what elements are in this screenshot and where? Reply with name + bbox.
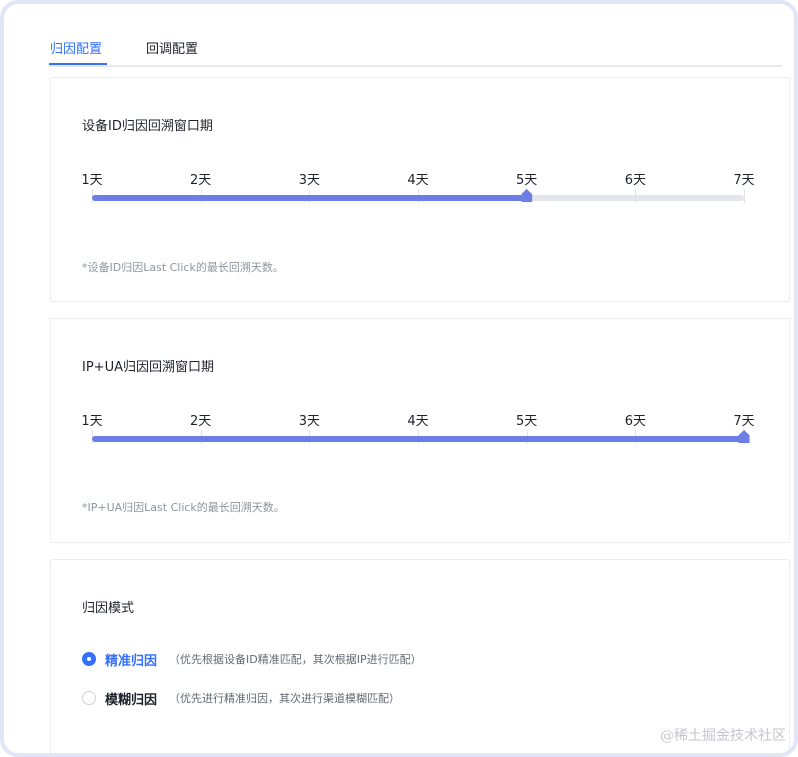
slider-tick-label[interactable]: 4天 [407,410,428,429]
ipua-window-card: IP+UA归因回溯窗口期 1天 2天 3天 4天 5天 6天 7天 *IP+UA归因Last… [50,318,790,543]
ipua-window-title: IP+UA归因回溯窗口期 [82,360,214,375]
slider-tick-label[interactable]: 5天 [516,410,537,429]
radio-option-desc: （优先根据设备ID精准匹配，其次根据IP进行匹配） [169,653,422,666]
slider-thumb[interactable] [738,430,750,443]
app-frame: 归因配置 回调配置 设备ID归因回溯窗口期 1天 2天 3天 4天 5天 6天 7天 *设备… [0,0,798,757]
slider-tick-label[interactable]: 6天 [625,169,646,188]
slider-tick-label[interactable]: 2天 [190,410,211,429]
slider-track [92,436,744,442]
slider-tick-label[interactable]: 6天 [625,410,646,429]
slider-tick-label[interactable]: 3天 [299,410,320,429]
radio-option-label: 模糊归因 [105,692,158,708]
slider-tick-mark [635,189,637,203]
tab-bar: 归因配置 回调配置 [49,34,782,67]
watermark-text: @稀土掘金技术社区 [660,728,786,744]
slider-tick-label[interactable]: 1天 [81,169,102,188]
radio-option-label: 精准归因 [105,653,158,669]
active-tab-indicator [49,63,107,65]
slider-tick-label[interactable]: 5天 [516,169,537,188]
slider-tick-label[interactable]: 2天 [190,169,211,188]
device-window-title: 设备ID归因回溯窗口期 [82,119,213,134]
radio-button-unchecked[interactable] [82,691,96,705]
slider-tick-mark [744,189,745,203]
slider-tick-label[interactable]: 7天 [733,410,754,429]
radio-option-desc: （优先进行精准归因，其次进行渠道模糊匹配） [169,692,401,705]
attribution-mode-title: 归因模式 [82,601,135,616]
ipua-window-slider[interactable] [92,430,750,444]
device-window-slider[interactable] [92,189,745,203]
radio-button-checked[interactable] [82,652,96,666]
ipua-window-hint: *IP+UA归因Last Click的最长回溯天数。 [82,501,285,514]
radio-option-precise[interactable]: 精准归因 （优先根据设备ID精准匹配，其次根据IP进行匹配） [82,649,422,669]
slider-thumb[interactable] [521,189,533,202]
radio-option-fuzzy[interactable]: 模糊归因 （优先进行精准归因，其次进行渠道模糊匹配） [82,688,400,708]
device-window-hint: *设备ID归因Last Click的最长回溯天数。 [82,261,284,274]
slider-track [92,195,527,201]
device-window-card: 设备ID归因回溯窗口期 1天 2天 3天 4天 5天 6天 7天 *设备ID归因Last C… [50,77,790,302]
slider-tick-label[interactable]: 7天 [733,169,754,188]
slider-tick-label[interactable]: 3天 [299,169,320,188]
tab-attribution-config[interactable]: 归因配置 [50,38,102,57]
tab-callback-config[interactable]: 回调配置 [146,38,198,57]
slider-tick-label[interactable]: 1天 [81,410,102,429]
slider-tick-label[interactable]: 4天 [407,169,428,188]
